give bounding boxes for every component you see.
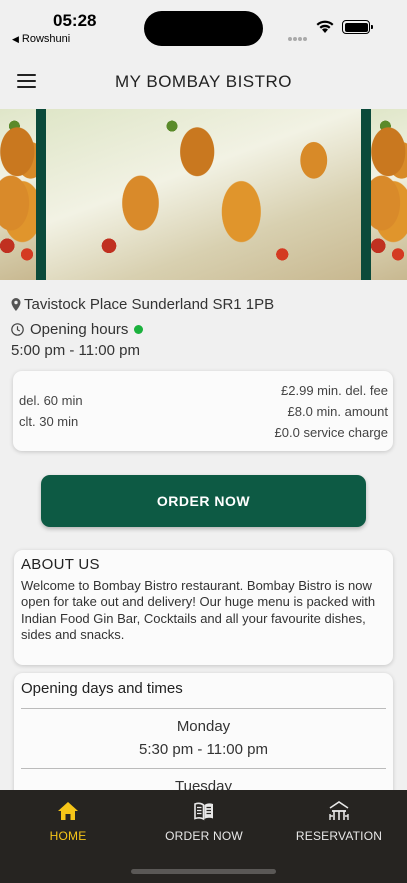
day-name-monday: Monday: [176, 718, 231, 735]
divider: [21, 708, 386, 709]
back-app-label: Rowshuni: [21, 33, 71, 45]
app-header: MY BOMBAY BISTRO: [0, 52, 407, 109]
nav-home-label: HOME: [49, 829, 87, 843]
banner-image-prev: [0, 109, 36, 280]
nav-order-now[interactable]: ORDER NOW: [136, 800, 272, 845]
order-now-button[interactable]: ORDER NOW: [41, 475, 366, 527]
delivery-times: del. 60 min clt. 30 min: [19, 390, 83, 432]
back-arrow-icon: ◀: [12, 34, 19, 44]
delivery-time: del. 60 min: [19, 393, 83, 408]
food-banner-carousel[interactable]: [0, 109, 407, 280]
about-us-title: ABOUT US: [21, 556, 100, 573]
restaurant-address: Tavistock Place Sunderland SR1 1PB: [11, 296, 274, 313]
home-indicator[interactable]: [131, 869, 276, 874]
battery-icon: [342, 20, 373, 34]
address-text: Tavistock Place Sunderland SR1 1PB: [24, 296, 275, 313]
service-charge: £0.0 service charge: [274, 425, 388, 440]
table-reservation-icon: [329, 801, 349, 820]
nav-reservation-label: RESERVATION: [295, 829, 383, 843]
nav-reservation[interactable]: RESERVATION: [271, 800, 407, 845]
day-hours-monday: 5:30 pm - 11:00 pm: [139, 741, 268, 758]
wifi-icon: [316, 20, 334, 33]
nav-home[interactable]: HOME: [0, 800, 136, 845]
location-pin-icon: [11, 298, 21, 311]
opening-hours-row: Opening hours: [11, 321, 144, 338]
banner-image-next: [371, 109, 407, 280]
clock-icon: [11, 323, 24, 336]
opening-days-title: Opening days and times: [21, 680, 183, 697]
delivery-info-card: del. 60 min clt. 30 min £2.99 min. del. …: [13, 371, 393, 451]
home-icon: [58, 802, 78, 820]
status-bar: 05:28 ◀ Rowshuni: [0, 0, 407, 52]
collection-time: clt. 30 min: [19, 414, 79, 429]
back-to-app-link[interactable]: ◀ Rowshuni: [12, 33, 70, 45]
nav-order-now-label: ORDER NOW: [165, 829, 243, 843]
status-time: 05:28: [53, 11, 97, 30]
min-delivery-fee: £2.99 min. del. fee: [281, 383, 388, 398]
open-status-indicator: [134, 325, 144, 334]
opening-hours-value: 5:00 pm - 11:00 pm: [11, 342, 140, 359]
page-title: MY BOMBAY BISTRO: [114, 72, 293, 91]
divider: [21, 768, 386, 769]
banner-image-food: [46, 109, 361, 280]
dynamic-island: [144, 11, 263, 46]
cellular-signal-icon: [288, 28, 310, 41]
min-order-amount: £8.0 min. amount: [287, 404, 388, 419]
delivery-fees: £2.99 min. del. fee £8.0 min. amount £0.…: [275, 380, 388, 443]
menu-book-icon: [194, 802, 213, 821]
about-us-text: Welcome to Bombay Bistro restaurant. Bom…: [21, 578, 376, 642]
opening-hours-label: Opening hours: [30, 321, 129, 338]
about-us-card: ABOUT US Welcome to Bombay Bistro restau…: [14, 550, 393, 665]
